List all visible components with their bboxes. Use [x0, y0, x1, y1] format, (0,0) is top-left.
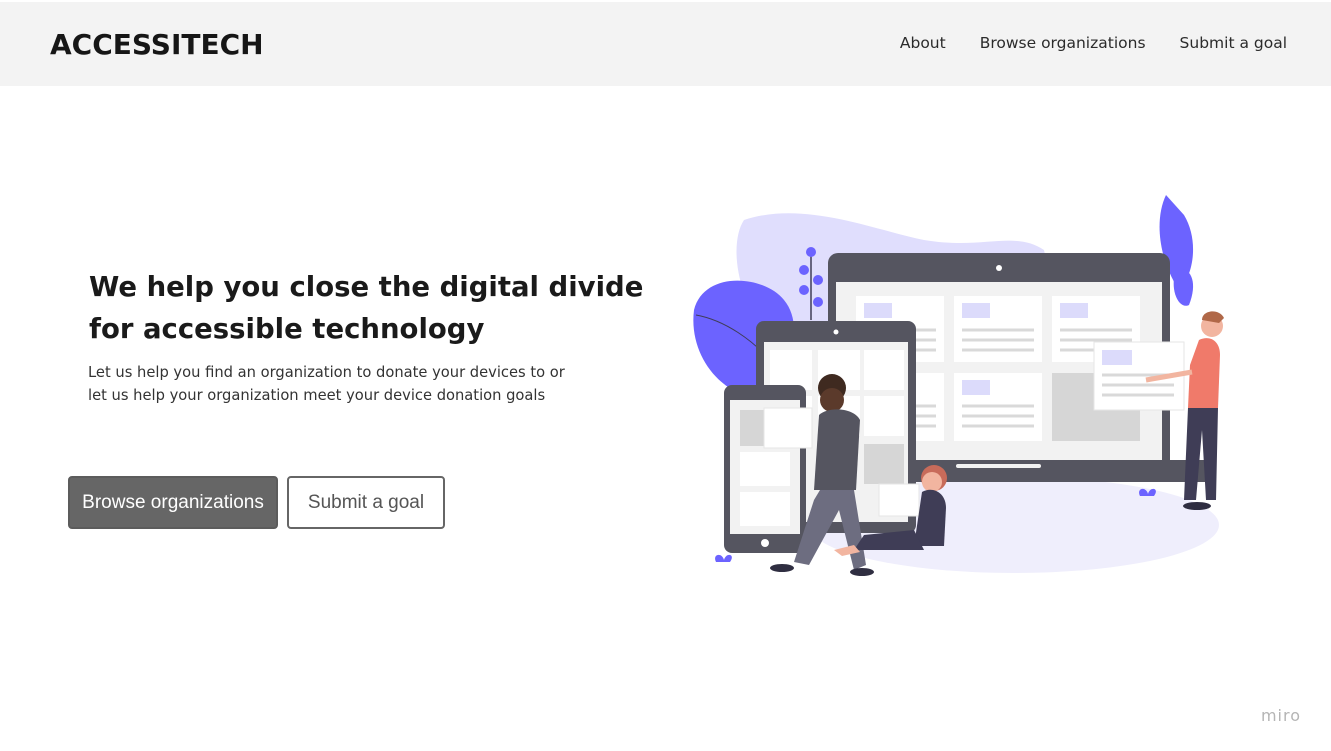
nav-link-submit-goal[interactable]: Submit a goal	[1180, 34, 1287, 52]
main-nav: About Browse organizations Submit a goal	[900, 34, 1287, 52]
browse-organizations-button[interactable]: Browse organizations	[68, 476, 278, 529]
hero-subtitle-line-1: Let us help you find an organization to …	[88, 364, 565, 381]
miro-watermark: miro	[1260, 706, 1301, 725]
card-held-left	[763, 407, 813, 449]
site-logo[interactable]: ACCESSITECH	[50, 28, 264, 61]
hero-title-line-1: We help you close the digital divide	[89, 271, 644, 303]
hero-subtitle: Let us help you find an organization to …	[88, 361, 588, 407]
card-held-sitting	[878, 483, 920, 517]
hero-title: We help you close the digital divide for…	[89, 266, 649, 350]
hero-illustration	[693, 195, 1224, 576]
hero-subtitle-line-2: let us help your organization meet your …	[88, 387, 546, 404]
submit-goal-button[interactable]: Submit a goal	[287, 476, 445, 529]
top-header: ACCESSITECH About Browse organizations S…	[0, 2, 1331, 86]
hero-title-line-2: for accessible technology	[89, 313, 485, 345]
nav-link-browse-organizations[interactable]: Browse organizations	[980, 34, 1146, 52]
small-plant-left	[715, 554, 732, 562]
nav-link-about[interactable]: About	[900, 34, 946, 52]
